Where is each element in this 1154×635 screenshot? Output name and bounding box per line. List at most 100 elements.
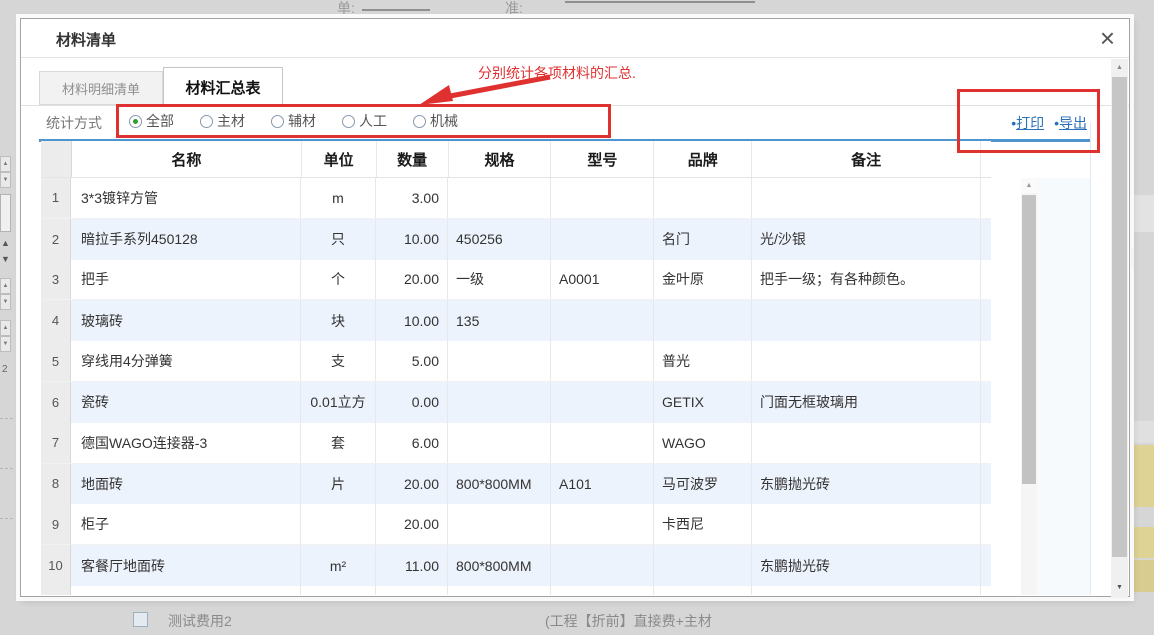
cell-num: 8: [41, 464, 71, 505]
table-row[interactable]: 6 瓷砖 0.01立方 0.00 GETIX 门面无框玻璃用: [41, 382, 991, 423]
cell-name: 玻璃砖: [71, 300, 301, 341]
cell-model: [551, 300, 654, 341]
cell-qty: 0.00: [376, 382, 448, 423]
cell-model: [551, 178, 654, 218]
cell-name: 3*3镀锌方管: [71, 178, 301, 218]
cell-brand: 普光: [654, 341, 752, 381]
table-vertical-scrollbar[interactable]: ▲: [1021, 178, 1037, 595]
cell-num: [41, 586, 71, 595]
cell-model: [551, 586, 654, 595]
spinner-down-icon[interactable]: ▼: [0, 172, 11, 188]
spinner-up-icon[interactable]: ▲: [0, 320, 11, 336]
spinner-up-icon[interactable]: ▲: [0, 278, 11, 294]
table-row[interactable]: 2 暗拉手系列450128 只 10.00 450256 名门 光/沙银: [41, 219, 991, 260]
cell-tail: [981, 260, 991, 300]
table-row[interactable]: 8 地面砖 片 20.00 800*800MM A101 马可波罗 东鹏抛光砖: [41, 464, 991, 505]
bg-right-cell: [1134, 421, 1154, 443]
dialog-vertical-scrollbar[interactable]: ▲ ▼: [1111, 59, 1128, 598]
cell-model: [551, 219, 654, 260]
cell-remark: 光/沙银: [752, 219, 981, 260]
cell-brand: [654, 178, 752, 218]
scrollbar-up-icon[interactable]: ▲: [1021, 178, 1037, 193]
footer-formula-text: (工程【折前】直接费+主材: [545, 611, 712, 631]
scrollbar-down-icon[interactable]: ▼: [1111, 580, 1128, 596]
table-header-row: 名称 单位 数量 规格 型号 品牌 备注: [41, 141, 991, 178]
header-unit: 单位: [302, 141, 377, 177]
tab-material-detail-list[interactable]: 材料明细清单: [39, 71, 163, 105]
cell-unit: 只: [301, 219, 376, 260]
cell-spec: [448, 382, 551, 423]
cell-unit: m: [301, 178, 376, 218]
cell-num: 2: [41, 219, 71, 260]
cell-name: 把手: [71, 260, 301, 300]
bg-right-tick: [1131, 248, 1134, 268]
cell-remark: 把手一级；有各种颜色。: [752, 260, 981, 300]
table-row[interactable]: 1 3*3镀锌方管 m 3.00: [41, 178, 991, 219]
stat-method-label: 统计方式: [46, 113, 102, 133]
close-icon[interactable]: ×: [1100, 23, 1115, 53]
header-name: 名称: [72, 141, 302, 177]
cell-brand: 卡西尼: [654, 504, 752, 544]
bg-arrow-up-icon[interactable]: ▲: [1, 238, 10, 248]
table-row[interactable]: 4 玻璃砖 块 10.00 135: [41, 300, 991, 341]
bg-field-label-zhun: 准:: [505, 0, 523, 18]
header-quantity: 数量: [377, 141, 449, 177]
cell-unit: 片: [301, 464, 376, 505]
cell-name: 德国WAGO连接器-3: [71, 423, 301, 463]
bg-spinner[interactable]: ▲ ▼: [0, 278, 11, 310]
table-row[interactable]: 7 德国WAGO连接器-3 套 6.00 WAGO: [41, 423, 991, 464]
cell-qty: 20.00: [376, 260, 448, 300]
tab-material-summary-table[interactable]: 材料汇总表: [163, 67, 283, 106]
cell-remark: 东鹏抛光砖: [752, 545, 981, 586]
spinner-down-icon[interactable]: ▼: [0, 336, 11, 352]
cell-tail: [981, 300, 991, 341]
cell-model: [551, 504, 654, 544]
cell-model: A0001: [551, 260, 654, 300]
scrollbar-up-icon[interactable]: ▲: [1111, 61, 1128, 75]
cell-qty: 20.00: [376, 464, 448, 505]
cell-name: 地面砖: [71, 464, 301, 505]
cell-spec: 800*800MM: [448, 545, 551, 586]
cell-num: 6: [41, 382, 71, 423]
cell-name: 暗拉手系列450128: [71, 219, 301, 260]
cell-remark: [752, 504, 981, 544]
scrollbar-thumb[interactable]: [1112, 77, 1127, 557]
table-right-gutter: [1037, 178, 1090, 595]
cell-brand: [654, 545, 752, 586]
bg-spinner[interactable]: ▲ ▼: [0, 156, 11, 188]
cell-spec: [448, 586, 551, 595]
spinner-down-icon[interactable]: ▼: [0, 294, 11, 310]
footer-checkbox[interactable]: [133, 612, 148, 627]
spinner-up-icon[interactable]: ▲: [0, 156, 11, 172]
content-right-border: [1090, 123, 1091, 595]
cell-num: 1: [41, 178, 71, 218]
table-row[interactable]: 10 客餐厅地面砖 m² 11.00 800*800MM 东鹏抛光砖: [41, 545, 991, 586]
cell-qty: 5.00: [376, 341, 448, 381]
cell-qty: 10.00: [376, 219, 448, 260]
cell-qty: 3.00: [376, 178, 448, 218]
header-brand: 品牌: [654, 141, 752, 177]
bg-yellow-cell: [1134, 445, 1154, 507]
table-row[interactable]: 5 穿线用4分弹簧 支 5.00 普光: [41, 341, 991, 382]
cell-brand: 金叶原: [654, 260, 752, 300]
divider: [21, 57, 1129, 58]
bg-input-underline: [565, 1, 755, 3]
cell-num: 3: [41, 260, 71, 300]
table-row[interactable]: 3 把手 个 20.00 一级 A0001 金叶原 把手一级；有各种颜色。: [41, 260, 991, 301]
cell-unit: 0.01立方: [301, 382, 376, 423]
header-model: 型号: [551, 141, 654, 177]
bg-input-box[interactable]: [0, 194, 11, 232]
cell-qty: 10.00: [376, 300, 448, 341]
table-row[interactable]: 9 柜子 20.00 卡西尼: [41, 504, 991, 545]
cell-tail: [981, 586, 991, 595]
table-row-partial: [41, 586, 991, 595]
bg-spinner[interactable]: ▲ ▼: [0, 320, 11, 352]
annotation-rect-radios: [116, 104, 611, 138]
cell-spec: [448, 504, 551, 544]
bg-arrow-down-icon[interactable]: ▼: [1, 254, 10, 264]
cell-unit: m²: [301, 545, 376, 586]
cell-tail: [981, 504, 991, 544]
scrollbar-thumb[interactable]: [1022, 195, 1036, 484]
cell-num: 9: [41, 504, 71, 544]
cell-remark: [752, 586, 981, 595]
